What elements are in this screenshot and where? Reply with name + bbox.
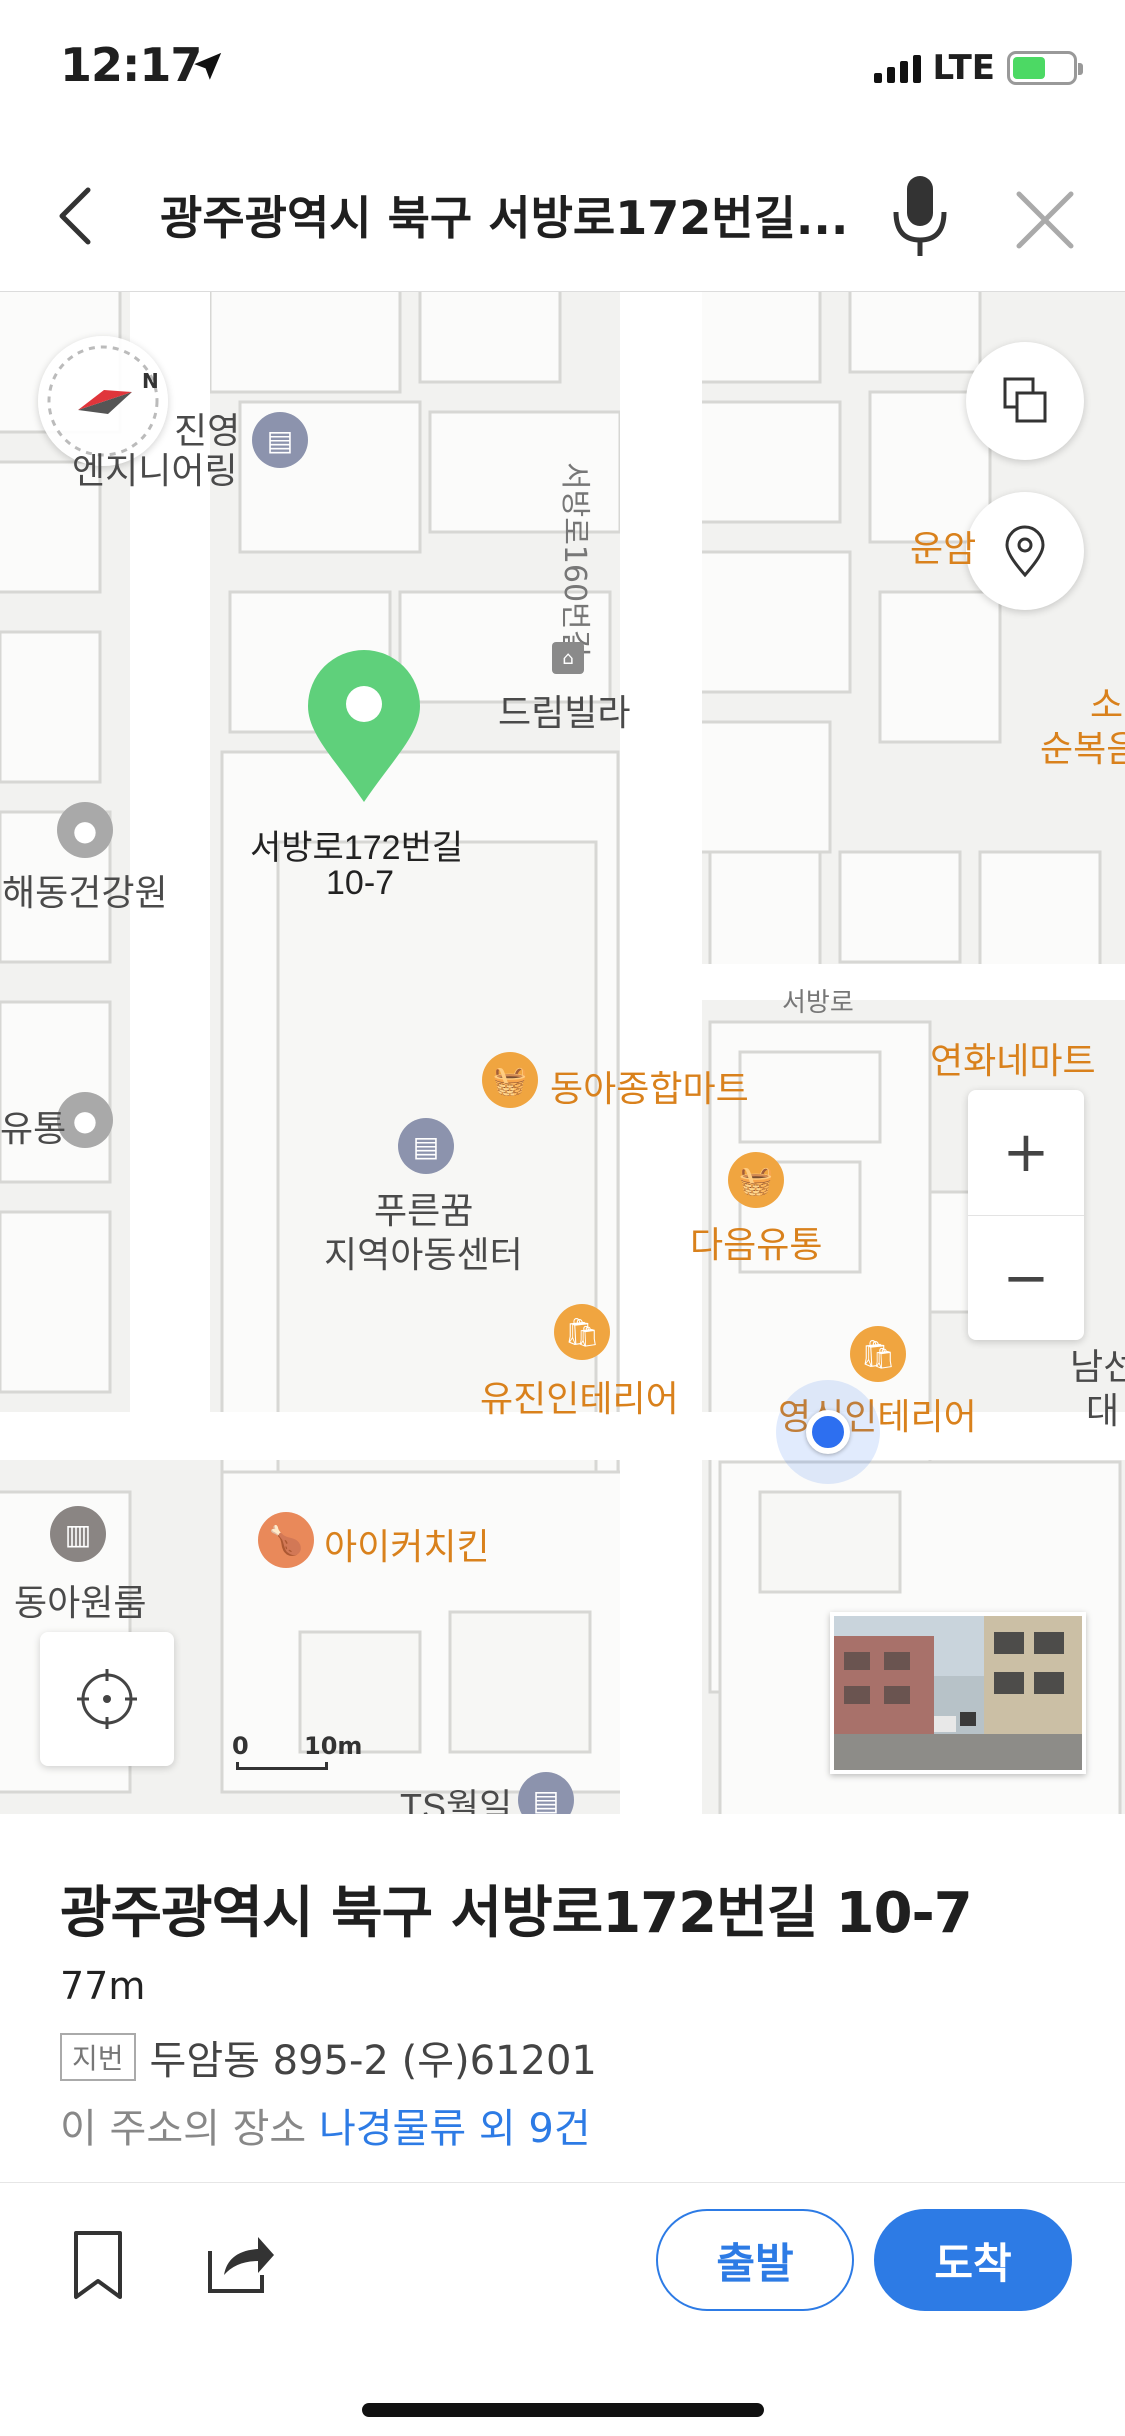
microphone-icon[interactable] (880, 170, 960, 262)
map-pin-outline-icon (1005, 525, 1045, 578)
crosshair-icon (77, 1669, 137, 1729)
marker-label-line1: 서방로172번길 (250, 829, 464, 867)
poi-dot-icon: ● (57, 802, 113, 858)
poi-jinyoung-line2[interactable]: 엔지니어링 (72, 442, 238, 494)
zoom-controls: + − (968, 1090, 1084, 1340)
street-view-thumbnail[interactable] (830, 1612, 1086, 1774)
share-icon[interactable] (206, 2231, 276, 2295)
poi-yeonhwa[interactable]: 연화네마트 (930, 1032, 1096, 1084)
place-info-panel: 광주광역시 북구 서방로172번길 10-7 77m 지번 두암동 895-2 … (0, 1814, 1125, 2182)
map-view[interactable]: 서방로160번길 서방로 N 진영 엔지니어링 ▤ ⌂ 드림빌라 ● 해동건강원… (0, 292, 1125, 1814)
shopping-basket-icon: 🧺 (482, 1052, 538, 1108)
poi-daeum[interactable]: 다음유통 (690, 1216, 822, 1268)
building-icon: ▤ (252, 412, 308, 468)
poi-sunbok[interactable]: 순복음 (1040, 720, 1125, 772)
scale-distance: 10m (304, 1732, 363, 1760)
status-indicators: LTE (873, 48, 1083, 88)
close-icon[interactable] (1005, 180, 1085, 260)
jibun-badge: 지번 (60, 2033, 136, 2081)
home-indicator (362, 2403, 764, 2417)
poi-unam[interactable]: 운암 (910, 520, 976, 572)
poi-aikeo[interactable]: 아이커치킨 (324, 1518, 490, 1570)
poi-donga-room[interactable]: 동아원룸 (14, 1574, 146, 1626)
scale-zero: 0 (232, 1732, 249, 1760)
poi-yujin[interactable]: 유진인테리어 (480, 1370, 679, 1422)
svg-text:N: N (142, 369, 159, 393)
places-link[interactable]: 나경물류 외 9건 (319, 2106, 591, 2152)
back-arrow-icon[interactable] (44, 176, 124, 256)
shopping-bag-icon: 🛍 (850, 1326, 906, 1382)
place-pin-button[interactable] (966, 492, 1084, 610)
road-label-horizontal: 서방로 (782, 988, 854, 1018)
location-arrow-icon (194, 52, 222, 80)
depart-button[interactable]: 출발 (656, 2209, 854, 2311)
places-prefix: 이 주소의 장소 (60, 2106, 319, 2152)
current-location-button[interactable] (40, 1632, 174, 1766)
street-view-image (834, 1616, 1082, 1770)
zoom-in-button[interactable]: + (968, 1090, 1084, 1215)
jibun-value: 두암동 895-2 (우)61201 (149, 2038, 597, 2084)
map-scale: 0 10m (232, 1732, 362, 1772)
battery-icon (1007, 51, 1083, 85)
poi-haedong[interactable]: 해동건강원 (2, 864, 168, 916)
status-bar: 12:17 LTE (0, 0, 1125, 140)
chicken-icon: 🍗 (258, 1512, 314, 1568)
jibun-row: 지번 두암동 895-2 (우)61201 (60, 2028, 597, 2086)
poi-dream-villa[interactable]: 드림빌라 (498, 684, 630, 736)
place-title: 광주광역시 북구 서방로172번길 10-7 (60, 1881, 973, 1946)
building-icon: ▤ (398, 1118, 454, 1174)
road-label-vertical: 서방로160번길 (557, 462, 592, 658)
poi-donga-mart[interactable]: 동아종합마트 (550, 1060, 749, 1112)
place-distance: 77m (60, 1964, 146, 2008)
search-bar: 광주광역시 북구 서방로172번길... (0, 140, 1125, 292)
arrive-button[interactable]: 도착 (874, 2209, 1072, 2311)
battery-level-fill (1013, 57, 1046, 79)
shopping-basket-icon: 🧺 (728, 1152, 784, 1208)
my-location-dot (776, 1380, 880, 1484)
zoom-out-button[interactable]: − (968, 1215, 1084, 1340)
shopping-bag-icon: 🛍 (554, 1304, 610, 1360)
search-query-text[interactable]: 광주광역시 북구 서방로172번길... (160, 182, 860, 248)
action-bar: 출발 도착 (0, 2182, 1125, 2436)
hotel-icon: ▥ (50, 1506, 106, 1562)
poi-dae[interactable]: 대 (1086, 1382, 1119, 1434)
marker-label-line2: 10-7 (326, 864, 395, 902)
poi-pureun-line2[interactable]: 지역아동센터 (324, 1226, 523, 1278)
network-type: LTE (932, 48, 995, 88)
cellular-signal-icon (873, 53, 921, 83)
layers-icon (1003, 377, 1047, 423)
places-at-address: 이 주소의 장소 나경물류 외 9건 (60, 2096, 591, 2154)
selected-location-marker-icon[interactable] (304, 648, 424, 808)
bookmark-icon[interactable] (66, 2229, 130, 2301)
layers-button[interactable] (966, 342, 1084, 460)
status-time: 12:17 (60, 38, 202, 92)
house-icon: ⌂ (552, 642, 584, 674)
poi-ts[interactable]: TS월일 (400, 1778, 512, 1814)
poi-yutong[interactable]: 유통 (0, 1100, 66, 1152)
